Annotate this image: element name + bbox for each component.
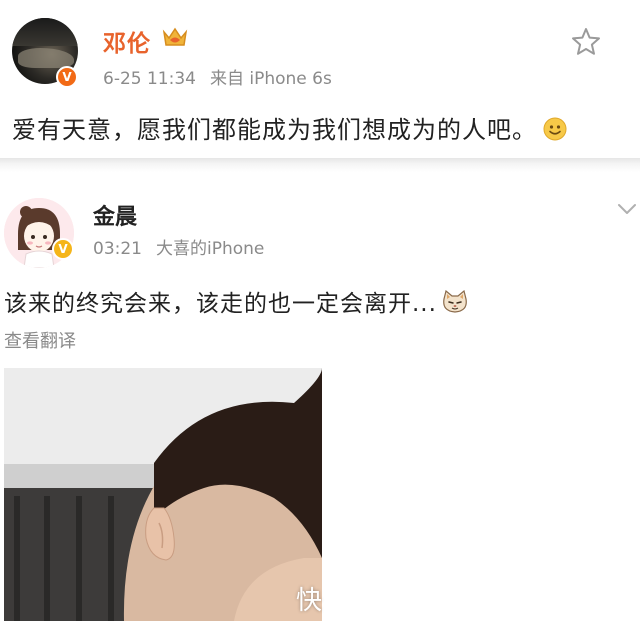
translate-link[interactable]: 查看翻译 bbox=[4, 327, 76, 353]
chevron-down-icon[interactable] bbox=[614, 196, 640, 222]
smile-emoji-icon bbox=[543, 117, 567, 141]
post-divider bbox=[0, 158, 640, 172]
post-time: 03:21 bbox=[93, 239, 142, 259]
post-text: 该来的终究会来，该走的也一定会离开... bbox=[4, 284, 469, 318]
verified-badge-icon: V bbox=[52, 238, 74, 260]
post-meta: 03:21 大喜的iPhone bbox=[93, 234, 264, 259]
cat-emoji-icon bbox=[443, 290, 467, 313]
author-name[interactable]: 金晨 bbox=[93, 199, 137, 231]
post-text-content: 爱有天意，愿我们都能成为我们想成为的人吧。 bbox=[12, 116, 537, 144]
post-source: 大喜的iPhone bbox=[156, 239, 265, 259]
post-source: 来自 iPhone 6s bbox=[209, 69, 332, 89]
post-meta: 6-25 11:34 来自 iPhone 6s bbox=[103, 64, 332, 89]
avatar-shape bbox=[18, 48, 74, 68]
favorite-star-icon[interactable] bbox=[570, 26, 602, 58]
post-text: 爱有天意，愿我们都能成为我们想成为的人吧。 bbox=[12, 110, 567, 145]
verified-badge-icon: V bbox=[56, 66, 78, 88]
avatar-background bbox=[12, 18, 78, 46]
post-time: 6-25 11:34 bbox=[103, 69, 196, 89]
crown-icon bbox=[162, 27, 188, 46]
author-name[interactable]: 邓伦 bbox=[103, 24, 151, 58]
post-image[interactable] bbox=[4, 368, 322, 621]
photo-illustration bbox=[4, 368, 322, 621]
watermark-text: 快 bbox=[296, 586, 323, 616]
post-text-content: 该来的终究会来，该走的也一定会离开... bbox=[4, 291, 437, 317]
